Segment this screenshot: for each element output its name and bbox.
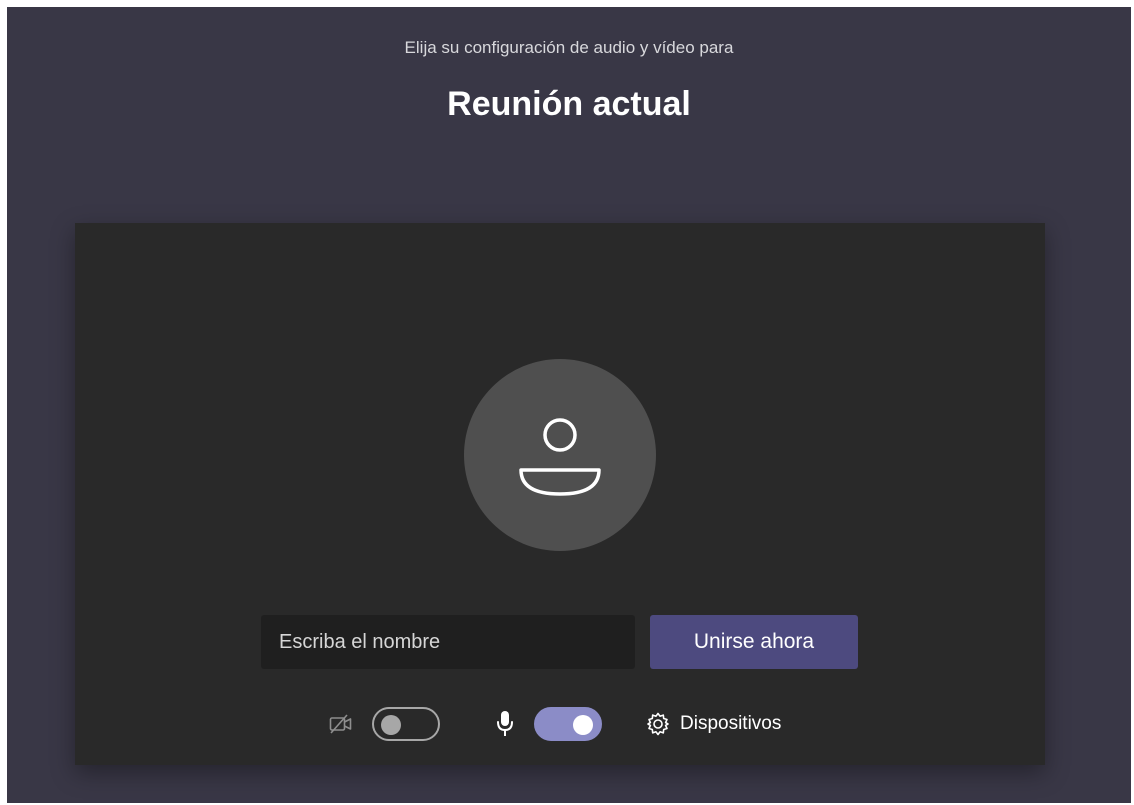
avatar <box>464 359 656 551</box>
media-controls: Dispositivos <box>75 706 1045 746</box>
devices-button[interactable]: Dispositivos <box>645 710 781 738</box>
gear-icon <box>647 712 669 736</box>
settings-subtitle: Elija su configuración de audio y vídeo … <box>404 38 734 57</box>
video-preview-panel: Unirse ahora <box>75 223 1045 765</box>
camera-toggle[interactable] <box>372 707 440 741</box>
meeting-prejoin-screen: Elija su configuración de audio y vídeo … <box>7 7 1131 803</box>
microphone-icon <box>497 711 513 736</box>
meeting-title: Reunión actual <box>447 85 691 123</box>
devices-label: Dispositivos <box>680 713 782 734</box>
person-icon <box>519 418 601 496</box>
join-now-button[interactable]: Unirse ahora <box>650 615 858 669</box>
microphone-toggle[interactable] <box>534 707 602 741</box>
name-input[interactable] <box>261 615 635 669</box>
camera-off-icon <box>329 714 352 734</box>
microphone-toggle-knob <box>573 715 593 735</box>
camera-toggle-knob <box>381 715 401 735</box>
